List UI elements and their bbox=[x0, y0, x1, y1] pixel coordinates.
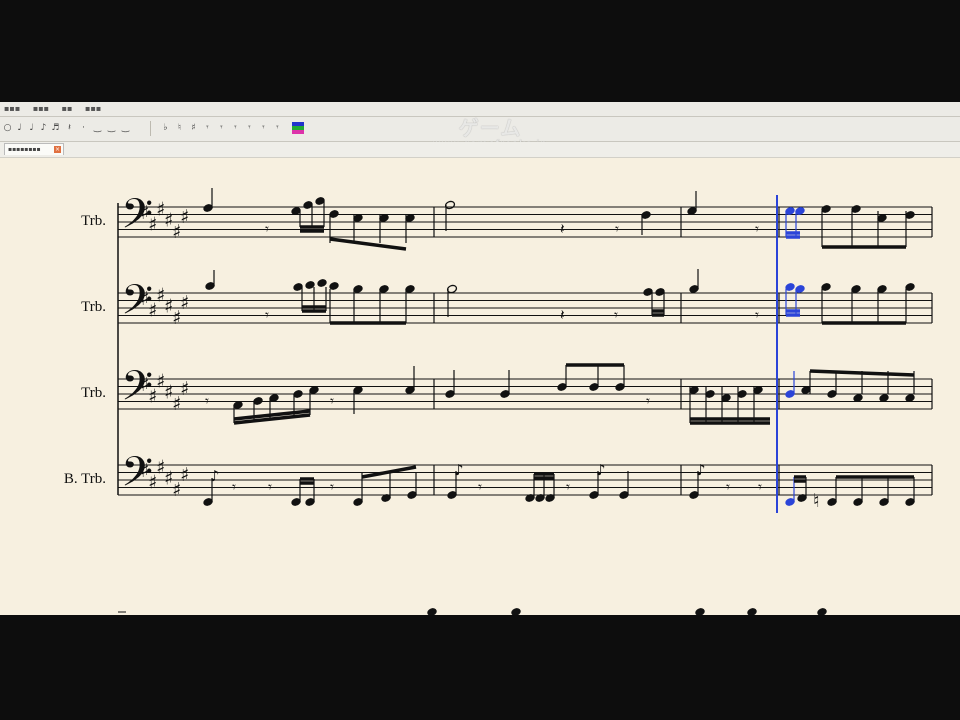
flag-icon: ♪ bbox=[596, 461, 606, 479]
rest-icon: 𝄾 bbox=[232, 478, 236, 496]
rest-icon: 𝄾 bbox=[758, 478, 762, 496]
key-signature-sharp-icon: ♯ bbox=[180, 464, 189, 486]
rest-icon: 𝄾 bbox=[755, 220, 759, 238]
quarter-note-icon[interactable]: ♩ bbox=[26, 122, 37, 134]
beam bbox=[329, 237, 407, 251]
rest-icon: 𝄾 bbox=[330, 478, 334, 496]
rest-icon: 𝄾 bbox=[330, 392, 334, 410]
rest-icon[interactable]: 𝄾 bbox=[244, 122, 255, 134]
note[interactable] bbox=[511, 607, 522, 615]
tie-icon[interactable]: ‿ bbox=[120, 122, 131, 134]
menu-bar: ▪▪▪ ▪▪▪ ▪▪ ▪▪▪ bbox=[0, 102, 960, 117]
rest-icon: 𝄽 bbox=[560, 220, 565, 238]
staff-name: Trb. bbox=[81, 213, 106, 229]
key-signature-sharp-icon: ♯ bbox=[180, 292, 189, 314]
half-note-icon[interactable]: ♩ bbox=[14, 122, 25, 134]
voice-color-icon[interactable] bbox=[292, 122, 304, 135]
note[interactable] bbox=[427, 607, 438, 615]
flag-icon: ♪ bbox=[454, 461, 464, 479]
key-signature-sharp-icon: ♯ bbox=[180, 206, 189, 228]
note[interactable] bbox=[817, 607, 828, 615]
rest-icon: 𝄾 bbox=[614, 306, 618, 324]
natural-icon[interactable]: ♮ bbox=[174, 122, 185, 134]
rest-icon: 𝄾 bbox=[646, 392, 650, 410]
menu-item[interactable]: ▪▪ bbox=[62, 104, 73, 113]
note[interactable] bbox=[317, 278, 328, 288]
flag-icon: ♪ bbox=[696, 461, 706, 479]
rest-icon: 𝄾 bbox=[268, 478, 272, 496]
eighth-note-icon[interactable]: ♪ bbox=[38, 122, 49, 134]
whole-note-icon[interactable]: ○ bbox=[2, 122, 13, 134]
note[interactable] bbox=[747, 607, 758, 615]
beam bbox=[809, 369, 915, 377]
rest-icon: 𝄾 bbox=[265, 306, 269, 324]
flat-icon[interactable]: ♭ bbox=[160, 122, 171, 134]
sixteenth-note-icon[interactable]: ♬ bbox=[50, 122, 61, 134]
rest-icon: 𝄾 bbox=[478, 478, 482, 496]
rest-icon: 𝄾 bbox=[265, 220, 269, 238]
key-signature-sharp-icon: ♯ bbox=[180, 378, 189, 400]
score-page: Trb. 𝄢♯♯♯♯♯♯Trb. 𝄢♯♯♯♯♯♯Trb. 𝄢♯♯♯♯♯♯B. Trb.… bbox=[64, 188, 933, 615]
rest-icon[interactable]: 𝄾 bbox=[202, 122, 213, 134]
rest-icon: 𝄾 bbox=[615, 220, 619, 238]
notation-editor-window: ▪▪▪ ▪▪▪ ▪▪ ▪▪▪ ○ ♩ ♩ ♪ ♬ 𝄽 · ‿ ‿ ‿ ♭ ♮ ♯… bbox=[0, 102, 960, 615]
note[interactable] bbox=[695, 607, 706, 615]
natural-icon: ♮ bbox=[813, 490, 820, 512]
rest-icon: 𝄽 bbox=[560, 306, 565, 324]
rest-icon[interactable]: 𝄾 bbox=[216, 122, 227, 134]
staff-name: Trb. bbox=[81, 385, 106, 401]
menu-item[interactable]: ▪▪▪ bbox=[33, 104, 49, 113]
rest-icon[interactable]: 𝄽 bbox=[64, 122, 75, 134]
flag-icon: ♪ bbox=[210, 467, 220, 485]
rest-icon: 𝄾 bbox=[755, 306, 759, 324]
rest-icon[interactable]: 𝄾 bbox=[230, 122, 241, 134]
close-icon[interactable]: × bbox=[54, 146, 61, 153]
menu-item[interactable]: ▪▪▪ bbox=[85, 104, 101, 113]
document-tab[interactable]: ▪▪▪▪▪▪▪▪ × bbox=[4, 143, 64, 155]
rest-icon: 𝄾 bbox=[726, 478, 730, 496]
rest-icon: 𝄾 bbox=[205, 392, 209, 410]
staff-name: B. Trb. bbox=[64, 471, 106, 487]
dot-icon[interactable]: · bbox=[78, 122, 89, 134]
rest-icon: 𝄾 bbox=[566, 478, 570, 496]
toolbar-separator bbox=[150, 121, 151, 136]
rest-icon[interactable]: 𝄾 bbox=[258, 122, 269, 134]
menu-item[interactable]: ▪▪▪ bbox=[4, 104, 20, 113]
watermark-title: ゲーム bbox=[458, 116, 522, 140]
sharp-icon[interactable]: ♯ bbox=[188, 122, 199, 134]
tie-icon[interactable]: ‿ bbox=[106, 122, 117, 134]
document-tab-strip: ▪▪▪▪▪▪▪▪ × bbox=[0, 142, 960, 158]
rest-icon[interactable]: 𝄾 bbox=[272, 122, 283, 134]
staff-name: Trb. bbox=[81, 299, 106, 315]
tie-icon[interactable]: ‿ bbox=[92, 122, 103, 134]
